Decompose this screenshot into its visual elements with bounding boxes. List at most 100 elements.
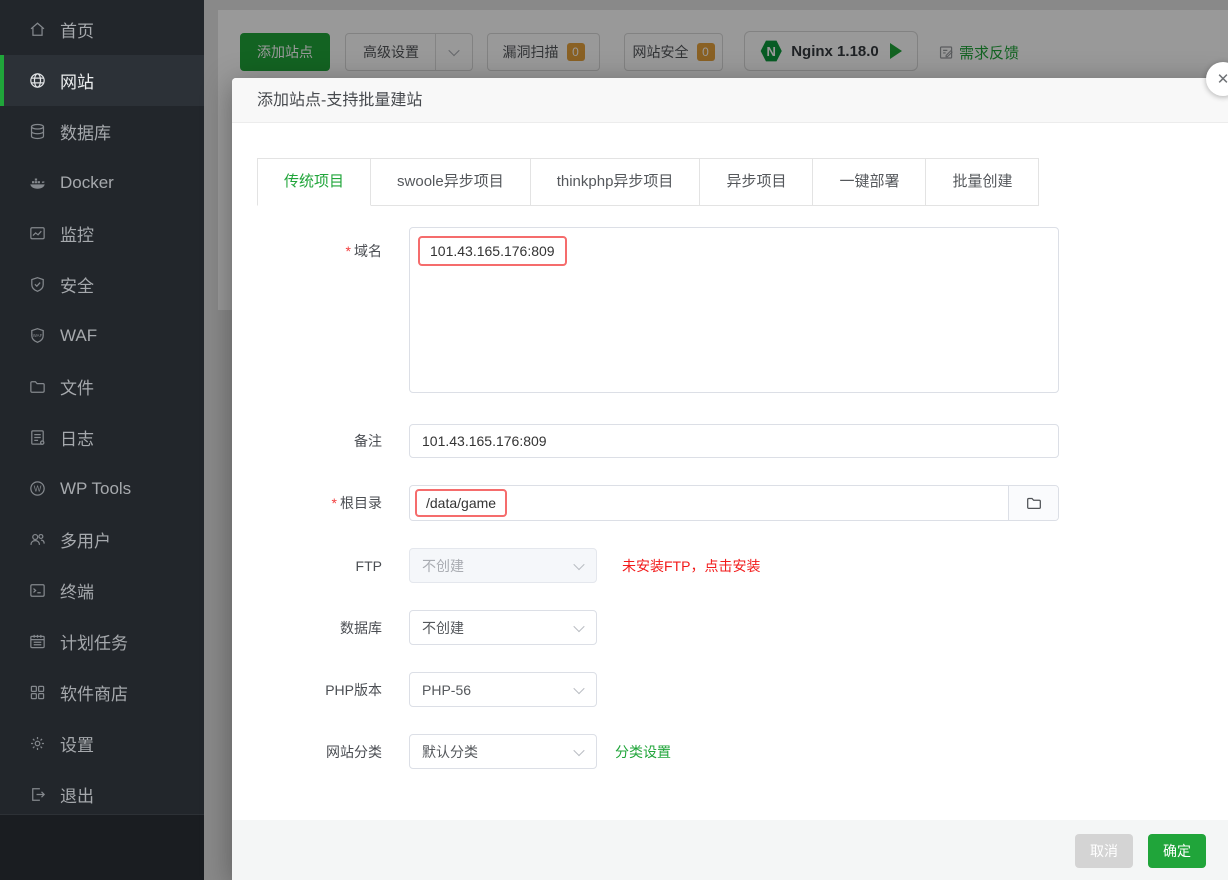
modal-footer: 取消 确定 bbox=[232, 820, 1228, 880]
tab-传统项目[interactable]: 传统项目 bbox=[257, 158, 372, 206]
sidebar-item-label: 监控 bbox=[60, 226, 94, 245]
modal-tabs: 传统项目 swoole异步项目 thinkphp异步项目 异步项目 一键部署 批量创建 bbox=[257, 158, 1040, 206]
monitor-icon bbox=[28, 224, 47, 243]
sidebar-item-首页[interactable]: 首页 bbox=[0, 4, 204, 55]
terminal-icon bbox=[28, 581, 47, 600]
calendar-icon bbox=[28, 632, 47, 651]
home-icon bbox=[28, 20, 47, 39]
remark-value: 101.43.165.176:809 bbox=[422, 433, 547, 449]
domain-label: * 域名 bbox=[345, 243, 382, 259]
sidebar-item-退出[interactable]: 退出 bbox=[0, 769, 204, 820]
docker-icon bbox=[28, 173, 47, 192]
ftp-row: FTP 不创建 未安装FTP，点击安装 bbox=[257, 548, 760, 583]
globe-icon bbox=[28, 71, 47, 90]
domain-row: * 域名 101.43.165.176:809 bbox=[257, 227, 1059, 393]
appstore-grid-icon bbox=[28, 683, 47, 702]
wordpress-icon: W bbox=[28, 479, 47, 498]
sidebar-item-label: 文件 bbox=[60, 379, 94, 398]
logout-icon bbox=[28, 785, 47, 804]
add-site-modal: ✕ 添加站点-支持批量建站 传统项目 swoole异步项目 thinkphp异步项目… bbox=[232, 62, 1228, 880]
sidebar-item-label: 设置 bbox=[60, 736, 94, 755]
sidebar-item-WP Tools[interactable]: W WP Tools bbox=[0, 463, 204, 514]
chevron-down-icon bbox=[573, 620, 585, 633]
sidebar-item-label: 退出 bbox=[60, 787, 94, 806]
site-category-row: 网站分类 默认分类 分类设置 bbox=[257, 734, 671, 769]
chevron-down-icon bbox=[573, 682, 585, 695]
waf-shield-icon: WAF bbox=[28, 326, 47, 345]
chevron-down-icon bbox=[573, 558, 585, 571]
log-file-icon bbox=[28, 428, 47, 447]
sidebar: 首页网站数据库 Docker 监控安全 WAF WAF 文件日志 W WP Tools 多用户终… bbox=[0, 0, 204, 880]
sidebar-item-日志[interactable]: 日志 bbox=[0, 412, 204, 463]
sidebar-item-终端[interactable]: 终端 bbox=[0, 565, 204, 616]
php-version-select[interactable]: PHP-56 bbox=[409, 672, 597, 707]
sidebar-item-WAF[interactable]: WAF WAF bbox=[0, 310, 204, 361]
app-root: 添加站点 高级设置 漏洞扫描 0 网站安全 0 N Nginx 1.18.0 需… bbox=[0, 0, 1228, 880]
site-category-value: 默认分类 bbox=[422, 743, 478, 760]
confirm-button[interactable]: 确定 bbox=[1148, 834, 1206, 868]
domain-value: 101.43.165.176:809 bbox=[418, 236, 567, 266]
remark-input[interactable]: 101.43.165.176:809 bbox=[409, 424, 1059, 458]
ftp-select[interactable]: 不创建 bbox=[409, 548, 597, 583]
database-row: 数据库 不创建 bbox=[257, 610, 597, 645]
sidebar-item-label: 网站 bbox=[60, 73, 94, 92]
folder-icon bbox=[1026, 497, 1041, 510]
sidebar-footer bbox=[0, 814, 204, 880]
tab-异步项目[interactable]: 异步项目 bbox=[700, 158, 814, 206]
php-version-row: PHP版本 PHP-56 bbox=[257, 672, 597, 707]
database-label: 数据库 bbox=[340, 619, 382, 636]
sidebar-item-数据库[interactable]: 数据库 bbox=[0, 106, 204, 157]
sidebar-item-Docker[interactable]: Docker bbox=[0, 157, 204, 208]
sidebar-item-设置[interactable]: 设置 bbox=[0, 718, 204, 769]
sidebar-item-label: WAF bbox=[60, 325, 98, 345]
database-select[interactable]: 不创建 bbox=[409, 610, 597, 645]
sidebar-item-label: 数据库 bbox=[60, 124, 111, 143]
database-icon bbox=[28, 122, 47, 141]
sidebar-item-label: 多用户 bbox=[60, 532, 111, 551]
tab-swoole异步项目[interactable]: swoole异步项目 bbox=[371, 158, 531, 206]
gear-icon bbox=[28, 734, 47, 753]
folder-picker-button[interactable] bbox=[1008, 486, 1058, 520]
folder-icon bbox=[28, 377, 47, 396]
svg-text:W: W bbox=[34, 484, 42, 493]
php-version-label: PHP版本 bbox=[325, 681, 382, 698]
chevron-down-icon bbox=[573, 744, 585, 757]
ftp-label: FTP bbox=[355, 557, 382, 574]
category-settings-link[interactable]: 分类设置 bbox=[615, 742, 671, 762]
remark-row: 备注 101.43.165.176:809 bbox=[257, 424, 1059, 458]
ftp-install-warning-link[interactable]: 未安装FTP，点击安装 bbox=[622, 556, 760, 576]
remark-label: 备注 bbox=[354, 433, 382, 449]
sidebar-item-label: 计划任务 bbox=[60, 634, 128, 653]
sidebar-item-安全[interactable]: 安全 bbox=[0, 259, 204, 310]
domain-textarea[interactable]: 101.43.165.176:809 bbox=[409, 227, 1059, 393]
root-dir-input[interactable]: /data/game bbox=[409, 485, 1059, 521]
required-marker: * bbox=[331, 495, 337, 511]
root-dir-value: /data/game bbox=[415, 489, 508, 517]
sidebar-item-多用户[interactable]: 多用户 bbox=[0, 514, 204, 565]
svg-text:WAF: WAF bbox=[33, 333, 43, 338]
sidebar-nav: 首页网站数据库 Docker 监控安全 WAF WAF 文件日志 W WP Tools 多用户终… bbox=[0, 4, 204, 820]
database-value: 不创建 bbox=[422, 619, 464, 636]
tab-一键部署[interactable]: 一键部署 bbox=[813, 158, 927, 206]
sidebar-item-文件[interactable]: 文件 bbox=[0, 361, 204, 412]
tab-批量创建[interactable]: 批量创建 bbox=[926, 158, 1040, 206]
sidebar-item-label: WP Tools bbox=[60, 478, 132, 498]
cancel-button[interactable]: 取消 bbox=[1075, 834, 1133, 868]
sidebar-item-计划任务[interactable]: 计划任务 bbox=[0, 616, 204, 667]
tab-thinkphp异步项目[interactable]: thinkphp异步项目 bbox=[530, 158, 701, 206]
ftp-value: 不创建 bbox=[422, 557, 464, 574]
sidebar-item-软件商店[interactable]: 软件商店 bbox=[0, 667, 204, 718]
modal-title: 添加站点-支持批量建站 bbox=[232, 78, 1228, 123]
sidebar-item-监控[interactable]: 监控 bbox=[0, 208, 204, 259]
sidebar-item-label: Docker bbox=[60, 172, 114, 192]
users-icon bbox=[28, 530, 47, 549]
site-category-select[interactable]: 默认分类 bbox=[409, 734, 597, 769]
sidebar-item-网站[interactable]: 网站 bbox=[0, 55, 204, 106]
site-category-label: 网站分类 bbox=[326, 743, 382, 760]
root-dir-label: * 根目录 bbox=[331, 495, 382, 511]
sidebar-item-label: 安全 bbox=[60, 277, 94, 296]
root-dir-row: * 根目录 /data/game bbox=[257, 485, 1059, 521]
php-version-value: PHP-56 bbox=[422, 681, 472, 698]
sidebar-item-label: 终端 bbox=[60, 583, 94, 602]
shield-check-icon bbox=[28, 275, 47, 294]
